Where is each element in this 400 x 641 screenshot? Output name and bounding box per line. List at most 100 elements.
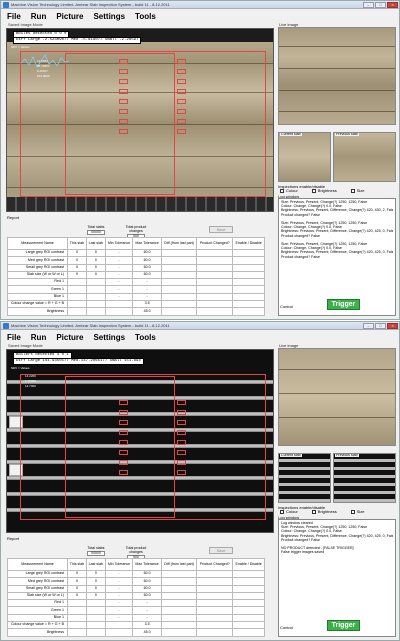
min-tolerance[interactable]: - bbox=[104, 584, 134, 593]
max-tolerance[interactable]: 60.0 bbox=[132, 569, 162, 579]
min-tolerance[interactable] bbox=[104, 300, 134, 309]
enable-cell[interactable] bbox=[232, 577, 265, 586]
minimize-button[interactable]: – bbox=[363, 2, 374, 8]
menu-tools[interactable]: Tools bbox=[135, 333, 156, 342]
max-tolerance[interactable]: 60.0 bbox=[132, 263, 162, 272]
size-checkbox[interactable]: Size bbox=[350, 509, 364, 514]
checkbox-box[interactable] bbox=[350, 188, 355, 193]
close-button[interactable]: × bbox=[387, 323, 398, 329]
enable-cell[interactable] bbox=[232, 613, 265, 623]
max-tolerance[interactable]: - bbox=[132, 285, 162, 294]
min-tolerance[interactable]: - bbox=[104, 606, 134, 615]
enable-cell[interactable] bbox=[232, 591, 265, 601]
menu-tools[interactable]: Tools bbox=[135, 12, 156, 21]
checkbox-box[interactable] bbox=[350, 509, 355, 514]
checkbox-box[interactable] bbox=[280, 509, 284, 514]
roi-small bbox=[119, 59, 128, 64]
enable-cell[interactable] bbox=[232, 285, 265, 294]
checkbox-box[interactable] bbox=[311, 188, 316, 193]
save-button[interactable]: Save bbox=[209, 547, 233, 554]
min-tolerance[interactable]: - bbox=[104, 292, 134, 302]
enable-cell[interactable] bbox=[232, 248, 265, 258]
min-tolerance[interactable]: - bbox=[104, 591, 134, 601]
max-tolerance[interactable]: - bbox=[132, 599, 162, 608]
min-tolerance[interactable] bbox=[104, 307, 134, 316]
menu-settings[interactable]: Settings bbox=[93, 12, 125, 21]
max-tolerance[interactable]: 3.5 bbox=[132, 300, 162, 309]
brightness-checkbox[interactable]: Brightness bbox=[311, 188, 337, 193]
max-tolerance[interactable]: 3.5 bbox=[132, 621, 162, 630]
enable-cell[interactable] bbox=[232, 569, 265, 579]
minimize-button[interactable]: – bbox=[363, 323, 374, 329]
max-tolerance[interactable]: 60.0 bbox=[132, 256, 162, 265]
menu-run[interactable]: Run bbox=[31, 333, 47, 342]
enable-cell[interactable] bbox=[232, 292, 265, 302]
checkbox-box[interactable] bbox=[311, 509, 316, 514]
roi-small bbox=[119, 450, 128, 455]
save-button[interactable]: Save bbox=[209, 226, 233, 233]
max-tolerance[interactable]: 45.0 bbox=[132, 307, 162, 316]
roi-small bbox=[177, 79, 186, 84]
this-slab-value: 0 bbox=[67, 577, 87, 586]
table-row: Red 1 - - bbox=[7, 599, 265, 608]
close-button[interactable]: × bbox=[387, 2, 398, 8]
report-label: Report bbox=[7, 536, 20, 541]
max-tolerance[interactable]: 45.0 bbox=[132, 628, 162, 637]
brightness-checkbox[interactable]: Brightness bbox=[311, 509, 337, 514]
min-tolerance[interactable]: - bbox=[104, 613, 134, 623]
enable-cell[interactable] bbox=[232, 300, 265, 309]
col-header: Measurement Name bbox=[7, 237, 68, 250]
diff-overlay: Diff Large 141.9350177 Med-147.2065177 S… bbox=[13, 358, 144, 365]
enable-cell[interactable] bbox=[232, 599, 265, 608]
overlay-value: 101.0000 bbox=[37, 74, 50, 78]
table-row: Slab size (W or W or L) 0 0 - 60.0 bbox=[7, 270, 265, 280]
max-tolerance[interactable]: - bbox=[132, 606, 162, 615]
min-tolerance[interactable]: - bbox=[104, 263, 134, 272]
min-tolerance[interactable]: - bbox=[104, 256, 134, 265]
enable-cell[interactable] bbox=[232, 307, 265, 316]
enable-cell[interactable] bbox=[232, 256, 265, 265]
colour-checkbox[interactable]: Colour bbox=[280, 509, 298, 514]
min-tolerance[interactable]: - bbox=[104, 285, 134, 294]
enable-cell[interactable] bbox=[232, 278, 265, 287]
max-tolerance[interactable]: 60.0 bbox=[132, 584, 162, 593]
app-window-2: Machine Vision Technology Limited. Ambra… bbox=[0, 321, 400, 641]
min-tolerance[interactable]: - bbox=[104, 248, 134, 258]
enable-cell[interactable] bbox=[232, 270, 265, 280]
max-tolerance[interactable]: 60.0 bbox=[132, 270, 162, 280]
enable-cell[interactable] bbox=[232, 628, 265, 637]
min-tolerance[interactable]: - bbox=[104, 270, 134, 280]
max-tolerance[interactable]: 60.0 bbox=[132, 577, 162, 586]
menu-picture[interactable]: Picture bbox=[56, 12, 83, 21]
size-checkbox[interactable]: Size bbox=[350, 188, 364, 193]
menu-picture[interactable]: Picture bbox=[56, 333, 83, 342]
menu-run[interactable]: Run bbox=[31, 12, 47, 21]
enable-cell[interactable] bbox=[232, 263, 265, 272]
enable-cell[interactable] bbox=[232, 584, 265, 593]
enable-cell[interactable] bbox=[232, 621, 265, 630]
enable-cell[interactable] bbox=[232, 606, 265, 615]
roi-small bbox=[177, 69, 186, 74]
checkbox-box[interactable] bbox=[280, 188, 284, 193]
max-tolerance[interactable]: 60.0 bbox=[132, 591, 162, 601]
menu-settings[interactable]: Settings bbox=[93, 333, 125, 342]
diff-cell bbox=[160, 606, 198, 615]
trigger-button[interactable]: Trigger bbox=[327, 299, 360, 310]
min-tolerance[interactable]: - bbox=[104, 577, 134, 586]
min-tolerance[interactable] bbox=[104, 621, 134, 630]
maximize-button[interactable]: □ bbox=[375, 2, 386, 8]
min-tolerance[interactable]: - bbox=[104, 599, 134, 608]
min-tolerance[interactable]: - bbox=[104, 278, 134, 287]
menu-file[interactable]: File bbox=[7, 12, 21, 21]
min-tolerance[interactable] bbox=[104, 628, 134, 637]
col-header: This slab bbox=[67, 558, 87, 571]
colour-checkbox[interactable]: Colour bbox=[280, 188, 298, 193]
max-tolerance[interactable]: - bbox=[132, 292, 162, 302]
menu-file[interactable]: File bbox=[7, 333, 21, 342]
min-tolerance[interactable]: - bbox=[104, 569, 134, 579]
maximize-button[interactable]: □ bbox=[375, 323, 386, 329]
max-tolerance[interactable]: 60.0 bbox=[132, 248, 162, 258]
max-tolerance[interactable]: - bbox=[132, 278, 162, 287]
max-tolerance[interactable]: - bbox=[132, 613, 162, 623]
trigger-button[interactable]: Trigger bbox=[327, 620, 360, 631]
